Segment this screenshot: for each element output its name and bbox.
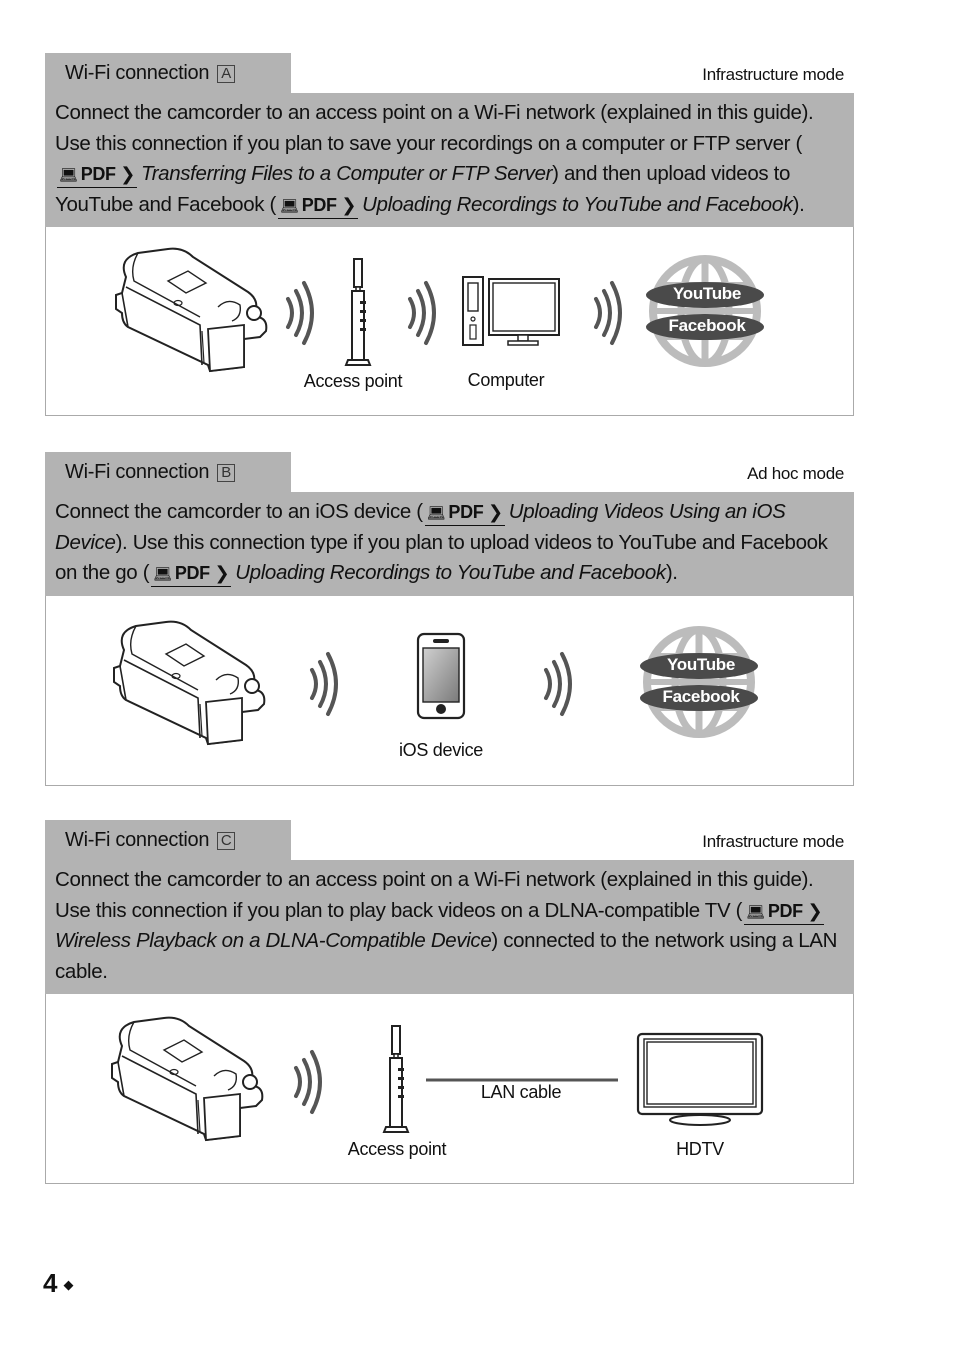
section-wifi-connection-b: Wi-Fi connection B Ad hoc mode Connect th… (45, 452, 854, 786)
wireless-signal-icon (286, 281, 314, 345)
page-number-text: 4 (43, 1268, 58, 1298)
globe-icon (648, 255, 766, 369)
wireless-signal-icon (294, 1050, 322, 1114)
section-tab: Wi-Fi connection A (45, 53, 291, 93)
book-monitor-icon: 💻︎ (280, 197, 299, 215)
reference-title: Uploading Recordings to YouTube and Face… (235, 561, 666, 584)
camcorder-icon (115, 247, 268, 372)
youtube-label: YouTube (672, 284, 742, 303)
desc-text: Connect the camcorder to an iOS device ( (55, 500, 423, 523)
pdf-label: PDF (767, 900, 803, 921)
facebook-label: Facebook (668, 316, 746, 335)
section-header: Wi-Fi connection B Ad hoc mode (45, 452, 854, 492)
pdf-label: PDF (448, 502, 484, 522)
page-number: 4 ◆ (43, 1268, 73, 1299)
wireless-signal-icon (408, 281, 436, 345)
pdf-label: PDF (174, 563, 210, 583)
wireless-signal-icon (310, 651, 338, 716)
pdf-reference-link[interactable]: 💻︎ PDF ❯ (424, 501, 505, 526)
section-wifi-connection-a: Wi-Fi connection A Infrastructure mode Co… (45, 53, 854, 416)
desc-text: ). (665, 561, 678, 584)
book-monitor-icon: 💻︎ (746, 903, 765, 921)
reference-title: Uploading Recordings to YouTube and Face… (362, 192, 793, 216)
wireless-signal-icon (594, 281, 622, 345)
pdf-reference-link[interactable]: 💻︎ PDF ❯ (57, 163, 138, 188)
book-monitor-icon: 💻︎ (59, 167, 78, 184)
camcorder-icon (111, 1016, 264, 1141)
lan-cable-label: LAN cable (480, 1082, 562, 1102)
wireless-signal-icon (544, 651, 572, 716)
tab-letter-badge: B (217, 464, 236, 482)
connection-diagram: iOS device YouTube Facebook (45, 595, 854, 786)
access-point-label: Access point (303, 371, 403, 391)
pdf-label: PDF (301, 194, 337, 215)
access-point-icon (345, 258, 371, 366)
desc-text: Connect the camcorder to an access point… (55, 868, 814, 922)
ios-device-label: iOS device (398, 739, 484, 760)
globe-icon (642, 626, 760, 740)
tab-title: Wi-Fi connection (65, 62, 210, 84)
access-point-label: Access point (347, 1139, 447, 1159)
computer-label: Computer (467, 370, 545, 390)
pdf-reference-link[interactable]: 💻︎ PDF ❯ (744, 900, 825, 925)
pdf-label: PDF (80, 164, 116, 184)
section-wifi-connection-c: Wi-Fi connection C Infrastructure mode Co… (45, 820, 854, 1184)
tab-title: Wi-Fi connection (65, 829, 210, 851)
section-header: Wi-Fi connection A Infrastructure mode (45, 53, 854, 93)
pdf-reference-link[interactable]: 💻︎ PDF ❯ (151, 562, 232, 587)
section-description: Connect the camcorder to an iOS device (… (45, 492, 854, 596)
connection-diagram: Access point Computer YouTube Facebook (45, 227, 854, 416)
connection-diagram: Access point LAN cable HDTV (45, 994, 854, 1184)
reference-title: Wireless Playback on a DLNA-Compatible D… (55, 929, 492, 952)
mode-label: Infrastructure mode (702, 65, 844, 84)
book-monitor-icon: 💻︎ (426, 505, 446, 522)
section-description: Connect the camcorder to an access point… (45, 93, 854, 227)
hdtv-icon (636, 1032, 764, 1126)
hdtv-label: HDTV (676, 1139, 724, 1159)
computer-icon (462, 276, 560, 346)
youtube-label: YouTube (666, 654, 736, 674)
book-monitor-icon: 💻︎ (153, 566, 172, 583)
reference-title: Transferring Files to a Computer or FTP … (141, 162, 553, 185)
section-description: Connect the camcorder to an access point… (45, 860, 854, 994)
section-tab: Wi-Fi connection B (45, 452, 291, 492)
tab-letter-badge: C (217, 832, 236, 850)
pdf-reference-link[interactable]: 💻︎ PDF ❯ (278, 194, 359, 219)
tab-title: Wi-Fi connection (65, 461, 210, 483)
tab-letter-badge: A (217, 65, 236, 83)
ios-device-icon (416, 632, 466, 719)
mode-label: Infrastructure mode (702, 832, 844, 851)
camcorder-icon (113, 620, 266, 745)
desc-text: ). (792, 192, 805, 216)
diamond-marker-icon: ◆ (63, 1277, 74, 1292)
section-tab: Wi-Fi connection C (45, 820, 291, 860)
access-point-icon (383, 1025, 409, 1133)
facebook-label: Facebook (662, 686, 740, 706)
section-header: Wi-Fi connection C Infrastructure mode (45, 820, 854, 860)
mode-label: Ad hoc mode (747, 464, 844, 483)
desc-text: Connect the camcorder to an access point… (55, 101, 814, 155)
